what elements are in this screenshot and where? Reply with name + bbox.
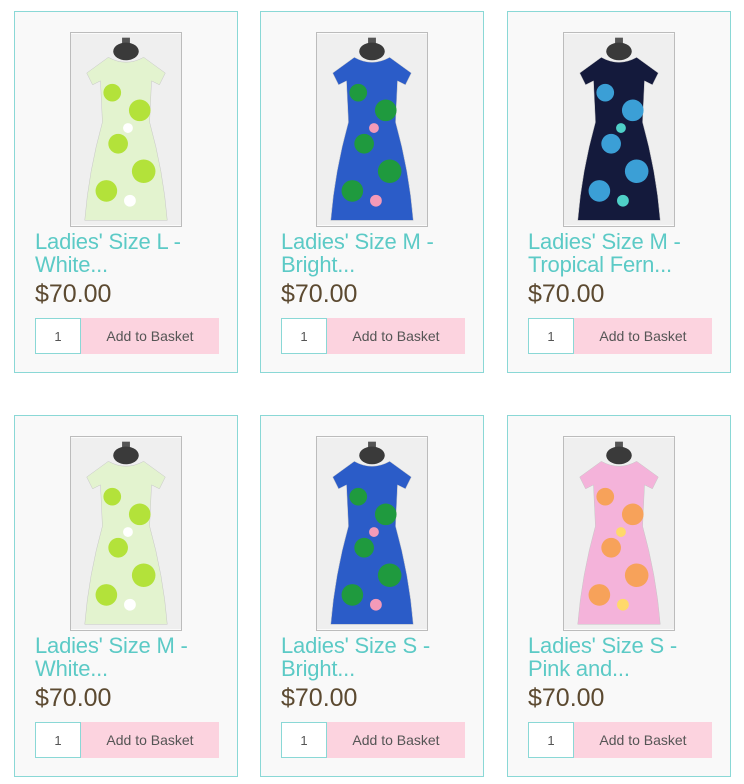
product-image[interactable] <box>316 32 428 227</box>
product-price: $70.00 <box>281 684 358 712</box>
product-price: $70.00 <box>528 684 605 712</box>
quantity-input[interactable] <box>35 722 81 758</box>
add-to-basket-button[interactable]: Add to Basket <box>81 722 219 758</box>
product-title[interactable]: Ladies' Size S - Pink and... <box>528 634 724 680</box>
product-title[interactable]: Ladies' Size L - White... <box>35 230 231 276</box>
quantity-input[interactable] <box>528 318 574 354</box>
product-image[interactable] <box>316 436 428 631</box>
product-title-line1[interactable]: Ladies' Size S - <box>281 634 477 657</box>
quantity-input[interactable] <box>281 722 327 758</box>
product-card: Ladies' Size L - White... $70.00 Add to … <box>14 11 238 373</box>
product-card: Ladies' Size S - Bright... $70.00 Add to… <box>260 415 484 777</box>
product-title-line2[interactable]: Tropical Fern... <box>528 253 724 276</box>
product-title-line2[interactable]: White... <box>35 253 231 276</box>
quantity-input[interactable] <box>281 318 327 354</box>
product-card: Ladies' Size M - Tropical Fern... $70.00… <box>507 11 731 373</box>
add-to-basket-button[interactable]: Add to Basket <box>574 318 712 354</box>
add-to-basket-button[interactable]: Add to Basket <box>574 722 712 758</box>
product-title-line2[interactable]: Pink and... <box>528 657 724 680</box>
product-title[interactable]: Ladies' Size M - Bright... <box>281 230 477 276</box>
product-title-line1[interactable]: Ladies' Size M - <box>528 230 724 253</box>
add-to-basket-button[interactable]: Add to Basket <box>327 722 465 758</box>
product-title-line1[interactable]: Ladies' Size M - <box>35 634 231 657</box>
product-card: Ladies' Size M - White... $70.00 Add to … <box>14 415 238 777</box>
product-title[interactable]: Ladies' Size S - Bright... <box>281 634 477 680</box>
product-title-line2[interactable]: White... <box>35 657 231 680</box>
product-price: $70.00 <box>35 280 112 308</box>
product-title-line1[interactable]: Ladies' Size M - <box>281 230 477 253</box>
product-image[interactable] <box>563 32 675 227</box>
product-card: Ladies' Size S - Pink and... $70.00 Add … <box>507 415 731 777</box>
product-image[interactable] <box>70 32 182 227</box>
add-to-basket-button[interactable]: Add to Basket <box>327 318 465 354</box>
quantity-input[interactable] <box>35 318 81 354</box>
product-price: $70.00 <box>35 684 112 712</box>
product-image[interactable] <box>563 436 675 631</box>
product-price: $70.00 <box>281 280 358 308</box>
add-to-basket-button[interactable]: Add to Basket <box>81 318 219 354</box>
product-title-line1[interactable]: Ladies' Size L - <box>35 230 231 253</box>
product-title-line1[interactable]: Ladies' Size S - <box>528 634 724 657</box>
product-title-line2[interactable]: Bright... <box>281 657 477 680</box>
product-title-line2[interactable]: Bright... <box>281 253 477 276</box>
product-title[interactable]: Ladies' Size M - White... <box>35 634 231 680</box>
product-card: Ladies' Size M - Bright... $70.00 Add to… <box>260 11 484 373</box>
quantity-input[interactable] <box>528 722 574 758</box>
product-title[interactable]: Ladies' Size M - Tropical Fern... <box>528 230 724 276</box>
product-price: $70.00 <box>528 280 605 308</box>
product-image[interactable] <box>70 436 182 631</box>
